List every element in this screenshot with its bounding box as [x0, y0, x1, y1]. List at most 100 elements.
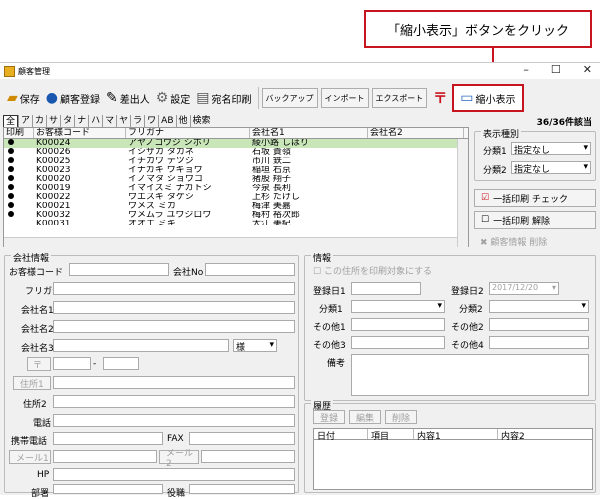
- table-row[interactable]: K00026 イシザカ タカネ 石坂 貴嶺: [4, 148, 468, 157]
- print-button[interactable]: ▤ 宛名印刷: [193, 85, 254, 111]
- mail2-button[interactable]: メール2: [159, 449, 199, 469]
- print-dot[interactable]: [8, 157, 14, 163]
- bulk-print-check-button[interactable]: ☑ 一括印刷 チェック: [474, 189, 596, 207]
- history-col-item[interactable]: 項目: [368, 429, 414, 442]
- zip2-field[interactable]: [103, 357, 139, 370]
- history-col-content2[interactable]: 内容2: [498, 429, 592, 442]
- tel-field[interactable]: [53, 414, 295, 427]
- cls1-label: 分類1: [319, 305, 343, 315]
- zip-button[interactable]: 〒: [27, 357, 51, 371]
- reg1-field[interactable]: [351, 282, 421, 295]
- backup-button[interactable]: バックアップ: [261, 88, 318, 108]
- col-print[interactable]: 印刷: [4, 128, 34, 138]
- cat2-select[interactable]: 指定なし ▾: [511, 161, 591, 175]
- table-row[interactable]: K00024 アヤノコウジ シホリ 綾小路 しほり: [4, 139, 468, 148]
- cls2-select[interactable]: ▾: [489, 300, 589, 313]
- cell-kana: イシザカ タカネ: [128, 148, 194, 157]
- history-edit-button[interactable]: 編集: [349, 410, 381, 424]
- fax-field[interactable]: [189, 432, 295, 445]
- zip-dash: -: [93, 359, 97, 369]
- history-delete-button[interactable]: 削除: [385, 410, 417, 424]
- address1-button[interactable]: 住所1: [13, 376, 51, 390]
- cat1-select[interactable]: 指定なし ▾: [511, 142, 591, 156]
- company-no-field[interactable]: [205, 263, 295, 276]
- table-row[interactable]: K00023 イナガキ ウキョウ 稲垣 右京: [4, 166, 468, 175]
- table-row[interactable]: K00019 イマイズミ ナガトシ 今泉 長利: [4, 184, 468, 193]
- other1-field[interactable]: [351, 318, 445, 331]
- save-button[interactable]: ▰ 保存: [4, 85, 43, 111]
- grid-vertical-scrollbar[interactable]: [457, 139, 468, 247]
- name1-label: 会社名1: [21, 306, 54, 316]
- settings-button[interactable]: ⚙ 設定: [153, 85, 194, 111]
- history-register-button[interactable]: 登録: [313, 410, 345, 424]
- print-dot[interactable]: [8, 166, 14, 172]
- dept-field[interactable]: [53, 484, 163, 494]
- export-button[interactable]: エクスポート: [371, 88, 428, 108]
- postal-mark-button[interactable]: 〒: [430, 85, 452, 111]
- col-company2[interactable]: 会社名2: [368, 128, 464, 138]
- other3-field[interactable]: [351, 336, 445, 349]
- col-code[interactable]: お客様コード: [34, 128, 126, 138]
- maximize-button[interactable]: ☐: [551, 63, 561, 76]
- delete-customer-button[interactable]: ✖ 顧客情報 削除: [480, 235, 547, 248]
- kana-field[interactable]: [53, 282, 295, 295]
- address-print-icon: ▤: [196, 90, 210, 106]
- print-dot[interactable]: [8, 193, 14, 199]
- hp-field[interactable]: [53, 468, 295, 481]
- table-row[interactable]: K00031 オオエ ミキ 大江 美紀: [4, 220, 468, 225]
- print-target-checkbox[interactable]: ☐ この住所を印刷対象にする: [313, 264, 432, 277]
- col-company1[interactable]: 会社名1: [250, 128, 368, 138]
- history-col-date[interactable]: 日付: [314, 429, 368, 442]
- name3-field[interactable]: [53, 339, 229, 352]
- addr1-label: 住所1: [20, 379, 44, 390]
- mail1-field[interactable]: [53, 450, 157, 463]
- table-row[interactable]: K00025 イチカワ テツジ 市川 鉄二: [4, 157, 468, 166]
- table-row[interactable]: K00032 ウメムラ ユウジロウ 梅村 裕次郎: [4, 211, 468, 220]
- note-field[interactable]: [351, 354, 589, 396]
- table-row[interactable]: K00021 ウメズ ミカ 梅津 美嘉: [4, 202, 468, 211]
- other4-field[interactable]: [489, 336, 589, 349]
- col-kana[interactable]: フリガナ: [126, 128, 250, 138]
- history-delete-label: 削除: [392, 413, 411, 424]
- shrink-window-icon: ▭: [460, 90, 474, 106]
- cell-kana: イノマタ ショウコ: [128, 175, 203, 184]
- name1-field[interactable]: [53, 301, 295, 314]
- table-row[interactable]: K00022 ウエスギ タケシ 上杉 たけし: [4, 193, 468, 202]
- address1-field[interactable]: [53, 376, 295, 389]
- cat1-label: 分類1: [483, 147, 507, 157]
- dropdown-arrow-icon: ▾: [269, 340, 274, 350]
- print-dot[interactable]: [8, 184, 14, 190]
- print-dot[interactable]: [8, 175, 14, 181]
- mobile-field[interactable]: [53, 432, 163, 445]
- position-field[interactable]: [189, 484, 295, 494]
- bulk-print-clear-button[interactable]: ☐ 一括印刷 解除: [474, 211, 596, 229]
- honorific-select[interactable]: 様 ▾: [233, 339, 277, 353]
- zip1-field[interactable]: [53, 357, 91, 370]
- print-dot[interactable]: [8, 139, 14, 145]
- cell-kana: オオエ ミキ: [128, 220, 176, 225]
- customer-grid[interactable]: 印刷 お客様コード フリガナ 会社名1 会社名2 K00024 アヤノコウジ シホ…: [3, 127, 469, 247]
- shrink-view-button[interactable]: ▭ 縮小表示: [452, 84, 524, 112]
- register-button[interactable]: ● 顧客登録: [43, 85, 103, 111]
- name2-field[interactable]: [53, 320, 295, 333]
- history-table[interactable]: 日付 項目 内容1 内容2: [313, 428, 593, 490]
- close-button[interactable]: ✕: [583, 63, 592, 76]
- cell-kana: ウエスギ タケシ: [128, 193, 194, 202]
- mail1-button[interactable]: メール1: [9, 450, 51, 464]
- mail2-field[interactable]: [201, 450, 295, 463]
- print-dot[interactable]: [8, 148, 14, 154]
- title-bar: 顧客管理 – ☐ ✕: [0, 63, 600, 79]
- cls1-select[interactable]: ▾: [351, 300, 445, 313]
- print-dot[interactable]: [8, 211, 14, 217]
- other2-field[interactable]: [489, 318, 589, 331]
- reg2-field[interactable]: 2017/12/20 ▾: [489, 282, 559, 295]
- history-col-content1[interactable]: 内容1: [414, 429, 498, 442]
- sender-button[interactable]: ✎ 差出人: [103, 85, 153, 111]
- table-row[interactable]: K00020 イノマタ ショウコ 猪股 翔子: [4, 175, 468, 184]
- print-dot[interactable]: [8, 202, 14, 208]
- code-field[interactable]: [69, 263, 169, 276]
- address2-field[interactable]: [53, 395, 295, 408]
- grid-horizontal-scrollbar[interactable]: [4, 237, 457, 247]
- import-button[interactable]: インポート: [320, 88, 369, 108]
- minimize-button[interactable]: –: [523, 63, 529, 76]
